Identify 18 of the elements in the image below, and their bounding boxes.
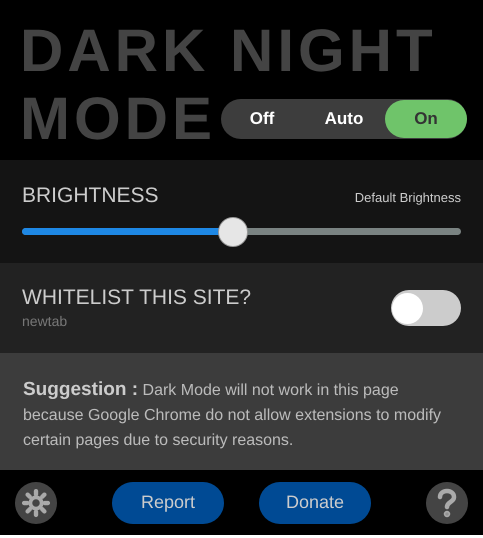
default-brightness-link[interactable]: Default Brightness — [354, 188, 461, 208]
footer-button[interactable]: Report — [112, 482, 224, 524]
brightness-label: BRIGHTNESS — [22, 183, 159, 209]
help-icon[interactable] — [426, 482, 468, 524]
brightness-slider[interactable] — [22, 216, 461, 246]
whitelist-toggle[interactable] — [391, 290, 461, 326]
site-name: newtab — [22, 312, 68, 331]
whitelist-label: WHITELIST THIS SITE? — [22, 285, 252, 311]
footer-button[interactable]: Donate — [259, 482, 371, 524]
slider-thumb[interactable] — [218, 216, 248, 246]
app-title-line: MODE — [20, 86, 216, 152]
app-title-line: DARK NIGHT — [20, 18, 437, 84]
mode-option[interactable]: On — [385, 100, 467, 138]
suggestion-text: Suggestion : Dark Mode will not work in this page because Google Chrome do not allow extensions to modify certain pages due to security reasons. — [23, 378, 442, 451]
mode-option[interactable]: Auto — [303, 100, 385, 138]
settings-icon[interactable] — [15, 482, 57, 524]
toggle-knob — [392, 292, 423, 324]
mode-option[interactable]: Off — [221, 100, 303, 138]
